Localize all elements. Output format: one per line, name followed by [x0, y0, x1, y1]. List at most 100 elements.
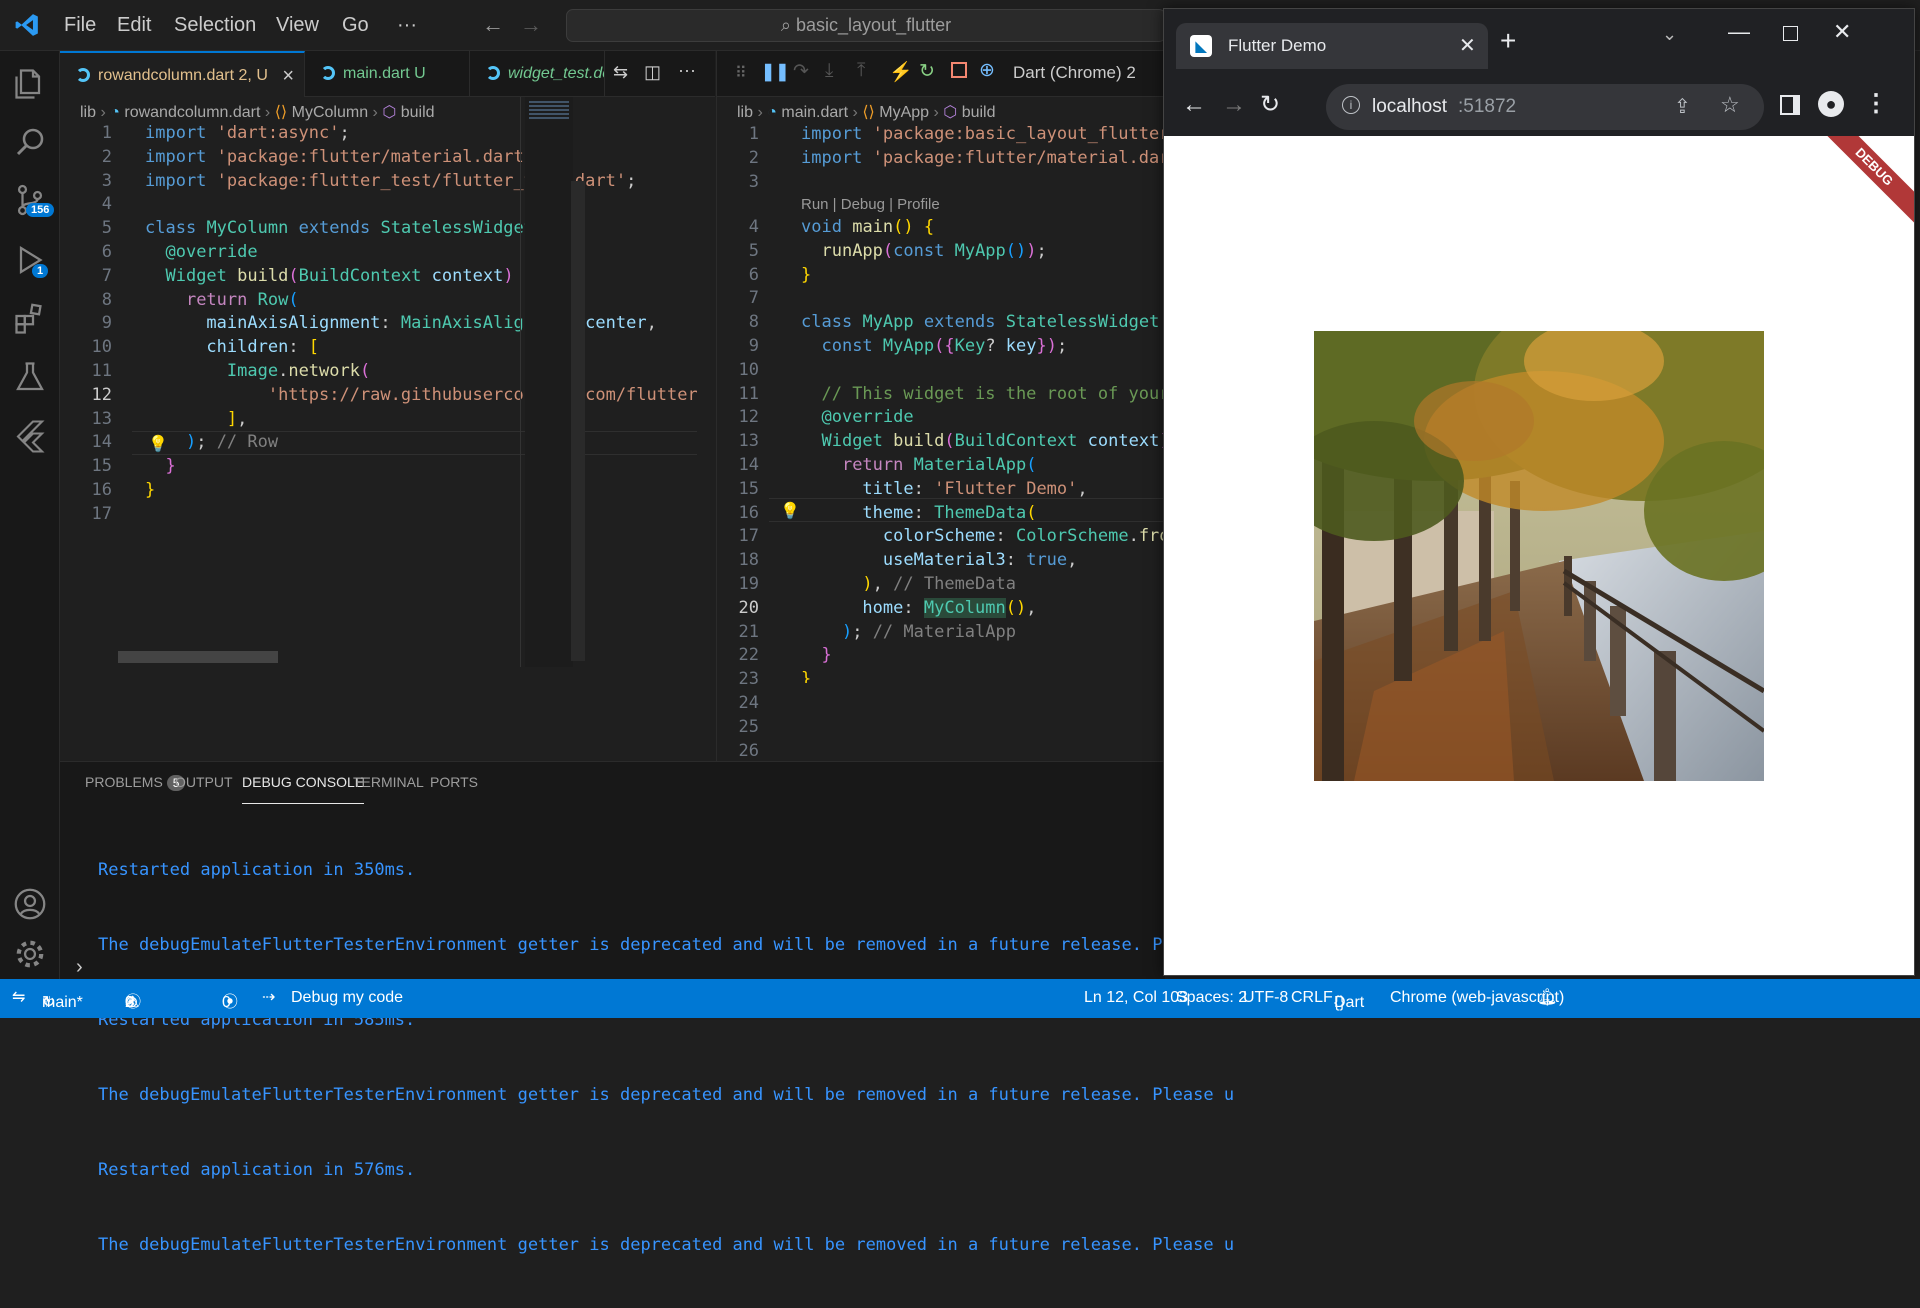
tab-terminal[interactable]: TERMINAL: [353, 774, 424, 804]
breadcrumb-class[interactable]: MyApp: [879, 104, 929, 121]
tab-ports[interactable]: PORTS: [430, 774, 478, 804]
maximize-icon[interactable]: [1783, 26, 1798, 41]
console-input-prompt[interactable]: ›: [76, 956, 83, 979]
step-into-icon[interactable]: ⤓: [825, 60, 833, 82]
line-number: 4: [101, 194, 112, 215]
tab-main-dart[interactable]: main.dart U: [305, 51, 470, 97]
tab-status: 2, U: [238, 67, 268, 84]
bookmark-star-icon[interactable]: ☆: [1720, 92, 1740, 118]
hot-reload-icon[interactable]: ⚡: [889, 60, 913, 84]
console-line: Restarted application in 576ms.: [98, 1160, 416, 1180]
breadcrumb-lib[interactable]: lib: [80, 104, 96, 121]
forward-arrow-icon[interactable]: →: [520, 12, 542, 38]
account-icon[interactable]: [12, 886, 48, 922]
search-icon[interactable]: [12, 124, 48, 160]
split-editor-icon[interactable]: ◫: [644, 62, 661, 83]
method-icon: ⬡: [382, 104, 397, 121]
explorer-icon[interactable]: [12, 66, 48, 102]
line-ending[interactable]: CRLF: [1291, 984, 1333, 1012]
line-number: 10: [738, 359, 759, 380]
address-bar[interactable]: i localhost :51872 ⇪ ☆: [1326, 84, 1764, 130]
minimap[interactable]: [525, 97, 573, 667]
line-number: 16: [91, 479, 112, 500]
tab-problems[interactable]: PROBLEMS 5: [85, 774, 186, 804]
activity-bar: 156 1: [0, 51, 60, 979]
reload-icon[interactable]: ↻: [1260, 90, 1280, 119]
tab-title: Flutter Demo: [1228, 36, 1327, 55]
menu-selection[interactable]: Selection: [174, 0, 256, 51]
debug-target-select[interactable]: Dart (Chrome) 2: [1013, 63, 1136, 83]
tab-rowandcolumn[interactable]: rowandcolumn.dart 2, U ×: [60, 51, 305, 97]
remote-icon[interactable]: ⇋: [12, 984, 25, 1012]
close-tab-icon[interactable]: ×: [282, 53, 294, 99]
site-info-icon[interactable]: i: [1342, 96, 1360, 114]
share-icon[interactable]: ⇪: [1674, 94, 1691, 119]
breadcrumb-file[interactable]: main.dart: [781, 104, 848, 121]
dart-file-icon: ◔: [767, 104, 777, 121]
close-tab-icon[interactable]: ✕: [1459, 33, 1476, 58]
autumn-path-image[interactable]: [1314, 331, 1764, 781]
breadcrumb-class[interactable]: MyColumn: [292, 104, 368, 121]
step-over-icon[interactable]: ↷: [793, 60, 809, 83]
code-text: void main() { runApp(const MyApp()); } c…: [801, 217, 1167, 683]
indentation[interactable]: Spaces: 2: [1176, 984, 1247, 1012]
search-icon: ⌕: [780, 15, 791, 35]
url-port: :51872: [1458, 96, 1517, 117]
breadcrumb-file[interactable]: rowandcolumn.dart: [124, 104, 260, 121]
close-window-icon[interactable]: ✕: [1833, 19, 1851, 45]
source-control-item[interactable]: 156: [12, 182, 55, 222]
back-icon[interactable]: ←: [1182, 91, 1206, 119]
encoding[interactable]: UTF-8: [1243, 984, 1288, 1012]
menu-go[interactable]: Go: [342, 0, 369, 51]
drag-handle-icon[interactable]: ⠿: [735, 63, 747, 83]
menu-view[interactable]: View: [276, 0, 319, 51]
flutter-icon[interactable]: [12, 417, 48, 453]
breadcrumb-method[interactable]: build: [401, 104, 435, 121]
minimap-content: [529, 101, 569, 121]
sync-icon: ↻: [42, 994, 56, 1011]
step-out-icon[interactable]: ⤒: [857, 60, 865, 82]
tab-search-chevron-icon[interactable]: ⌄: [1662, 24, 1677, 45]
horizontal-scrollbar[interactable]: [118, 651, 278, 663]
breadcrumb-lib[interactable]: lib: [737, 104, 753, 121]
notifications-bell-icon[interactable]: 🔔︎: [1537, 984, 1557, 1012]
restart-icon[interactable]: ↻: [919, 60, 935, 83]
code-area-right[interactable]: import 'package:basic_layout_flutter/row…: [801, 123, 1167, 683]
line-number: 13: [738, 431, 759, 452]
compare-changes-icon[interactable]: ⇆: [613, 62, 628, 83]
line-numbers: 1 2 3 4 5 6 7 8 9 10 11 12 13 14 15 16 17: [70, 122, 112, 527]
command-center-search[interactable]: ⌕ basic_layout_flutter: [566, 9, 1166, 42]
testing-flask-icon[interactable]: [12, 359, 48, 395]
debug-mode-icon[interactable]: ⇢: [262, 984, 275, 1012]
debug-mode-label[interactable]: Debug my code: [291, 984, 403, 1012]
browser-menu-icon[interactable]: ⋮: [1864, 89, 1888, 118]
forward-icon[interactable]: →: [1222, 91, 1246, 119]
vertical-scrollbar[interactable]: [571, 181, 585, 661]
breadcrumb-method[interactable]: build: [962, 104, 996, 121]
tab-debug-console[interactable]: DEBUG CONSOLE: [242, 774, 365, 804]
run-debug-item[interactable]: 1: [12, 242, 52, 282]
pause-icon[interactable]: ❚❚: [761, 62, 790, 82]
menu-more[interactable]: ···: [397, 0, 417, 51]
tab-widget-test[interactable]: widget_test.dc: [470, 51, 605, 97]
inspect-widget-icon[interactable]: ⊕: [979, 59, 995, 82]
line-number: 17: [91, 503, 112, 524]
tab-output[interactable]: OUTPUT: [175, 774, 233, 804]
side-panel-icon[interactable]: [1780, 95, 1800, 115]
settings-gear-icon[interactable]: [12, 936, 48, 972]
menu-file[interactable]: File: [64, 0, 96, 51]
profile-avatar-icon[interactable]: ●: [1818, 91, 1844, 117]
code-area-left[interactable]: import 'dart:async'; import 'package:flu…: [145, 122, 697, 682]
lightbulb-icon[interactable]: 💡: [780, 501, 800, 521]
browser-tab[interactable]: ◣ Flutter Demo ✕: [1176, 23, 1488, 69]
cursor-position[interactable]: Ln 12, Col 103: [1084, 984, 1188, 1012]
stop-icon[interactable]: [951, 62, 967, 78]
line-numbers: 4 5 6 7 8 9 10 11 12 13 14 15 16 17 18 19 20 21 22 23 24 25 26: [717, 216, 759, 763]
extensions-icon[interactable]: [12, 301, 48, 337]
minimize-icon[interactable]: —: [1728, 19, 1750, 45]
menu-edit[interactable]: Edit: [117, 0, 151, 51]
more-actions-icon[interactable]: ···: [678, 60, 696, 81]
line-number: 4: [748, 217, 759, 237]
back-arrow-icon[interactable]: ←: [482, 12, 504, 38]
new-tab-icon[interactable]: +: [1500, 25, 1516, 57]
